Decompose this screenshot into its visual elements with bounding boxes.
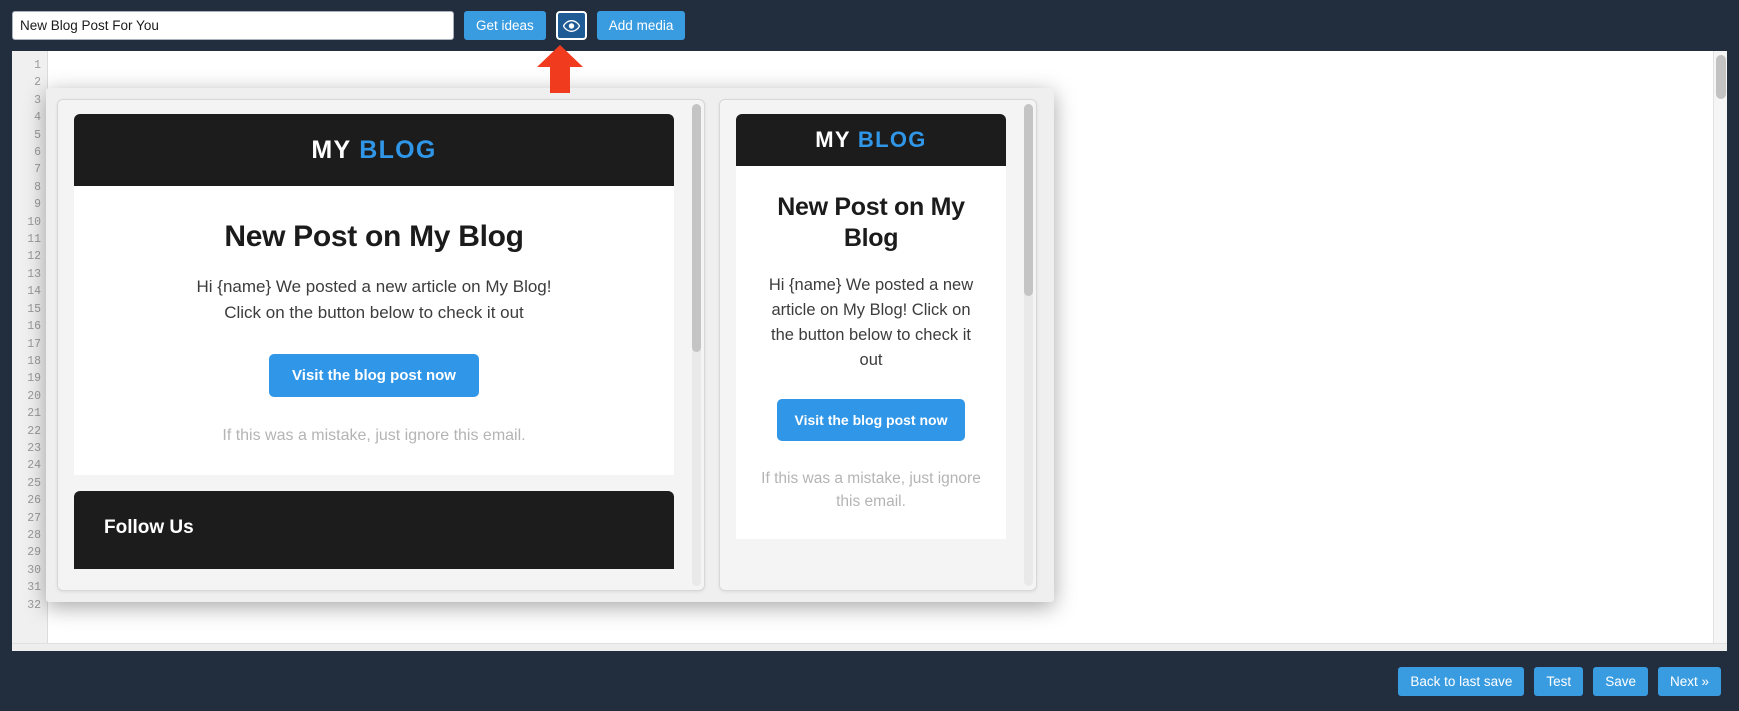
mobile-email-content-card: New Post on My Blog Hi {name} We posted … bbox=[736, 166, 1006, 540]
mobile-preview-scrollbar[interactable] bbox=[1024, 104, 1033, 586]
email-cta-button[interactable]: Visit the blog post now bbox=[269, 353, 479, 397]
desktop-preview-scrollbar[interactable] bbox=[692, 104, 701, 586]
editor-line-numbers: 1 2 3 4 5 6 7 8 9 10 11 12 13 14 15 16 1… bbox=[12, 51, 48, 651]
line-number: 9 bbox=[34, 198, 41, 212]
line-number: 12 bbox=[27, 250, 41, 264]
line-number: 18 bbox=[27, 354, 41, 368]
logo-text-blog: BLOG bbox=[359, 135, 437, 164]
email-content-card: New Post on My Blog Hi {name} We posted … bbox=[74, 186, 674, 475]
desktop-preview-scrollbar-thumb[interactable] bbox=[692, 104, 701, 352]
line-number: 7 bbox=[34, 163, 41, 177]
line-number: 25 bbox=[27, 476, 41, 490]
email-preview-modal: MY BLOG New Post on My Blog Hi {name} We… bbox=[46, 88, 1054, 602]
line-number: 21 bbox=[27, 407, 41, 421]
line-number: 20 bbox=[27, 389, 41, 403]
line-number: 4 bbox=[34, 111, 41, 125]
mobile-logo-text-blog: BLOG bbox=[857, 127, 927, 152]
line-number: 6 bbox=[34, 146, 41, 160]
line-number: 32 bbox=[27, 598, 41, 612]
line-number: 31 bbox=[27, 581, 41, 595]
line-number: 27 bbox=[27, 511, 41, 525]
email-header-bar: MY BLOG bbox=[74, 114, 674, 186]
email-logo: MY BLOG bbox=[311, 136, 436, 165]
test-button[interactable]: Test bbox=[1534, 666, 1584, 696]
line-number: 28 bbox=[27, 528, 41, 542]
mobile-email-heading: New Post on My Blog bbox=[777, 193, 965, 253]
email-heading: New Post on My Blog bbox=[224, 220, 524, 253]
email-paragraph-line-2: Click on the button below to check it ou… bbox=[224, 302, 524, 322]
editor-horizontal-scrollbar[interactable] bbox=[12, 643, 1727, 651]
bottom-action-bar: Back to last save Test Save Next » bbox=[0, 651, 1739, 711]
editor-vertical-scrollbar[interactable] bbox=[1713, 51, 1727, 651]
next-button[interactable]: Next » bbox=[1657, 666, 1721, 696]
desktop-preview-pane: MY BLOG New Post on My Blog Hi {name} We… bbox=[57, 99, 705, 591]
line-number: 16 bbox=[27, 320, 41, 334]
mobile-email-header-bar: MY BLOG bbox=[736, 114, 1006, 166]
line-number: 15 bbox=[27, 302, 41, 316]
mobile-preview-pane: MY BLOG New Post on My Blog Hi {name} We… bbox=[719, 99, 1037, 591]
email-footnote: If this was a mistake, just ignore this … bbox=[222, 426, 526, 444]
mobile-email-body: MY BLOG New Post on My Blog Hi {name} We… bbox=[720, 100, 1022, 590]
get-ideas-button[interactable]: Get ideas bbox=[464, 11, 546, 40]
logo-text-my: MY bbox=[311, 135, 351, 164]
mobile-email-logo: MY BLOG bbox=[815, 127, 926, 153]
email-footer-block: Follow Us bbox=[74, 490, 674, 569]
subject-input[interactable] bbox=[12, 11, 454, 40]
line-number: 22 bbox=[27, 424, 41, 438]
mobile-email-cta-button[interactable]: Visit the blog post now bbox=[776, 398, 966, 441]
mobile-email-paragraph: Hi {name} We posted a new article on My … bbox=[768, 275, 974, 369]
line-number: 13 bbox=[27, 267, 41, 281]
desktop-email-body: MY BLOG New Post on My Blog Hi {name} We… bbox=[58, 100, 690, 590]
save-button[interactable]: Save bbox=[1593, 666, 1648, 696]
line-number: 26 bbox=[27, 494, 41, 508]
email-footer-title: Follow Us bbox=[104, 516, 194, 538]
line-number: 1 bbox=[34, 59, 41, 72]
eye-icon bbox=[562, 19, 580, 32]
line-number: 10 bbox=[27, 215, 41, 229]
editor-scrollbar-thumb[interactable] bbox=[1716, 55, 1726, 99]
line-number: 29 bbox=[27, 546, 41, 560]
line-number: 17 bbox=[27, 337, 41, 351]
email-paragraph-line-1: Hi {name} We posted a new article on My … bbox=[196, 277, 552, 296]
line-number: 11 bbox=[27, 233, 41, 247]
line-number: 8 bbox=[34, 180, 41, 194]
add-media-button[interactable]: Add media bbox=[596, 11, 686, 40]
line-number: 23 bbox=[27, 441, 41, 455]
line-number: 30 bbox=[27, 563, 41, 577]
line-number: 24 bbox=[27, 459, 41, 473]
line-number: 19 bbox=[27, 372, 41, 386]
mobile-preview-scrollbar-thumb[interactable] bbox=[1024, 104, 1033, 296]
line-number: 5 bbox=[34, 128, 41, 142]
line-number: 3 bbox=[34, 93, 41, 107]
line-number: 2 bbox=[34, 76, 41, 90]
mobile-logo-text-my: MY bbox=[815, 127, 851, 152]
mobile-email-footnote: If this was a mistake, just ignore this … bbox=[761, 469, 981, 511]
top-toolbar: Get ideas Add media bbox=[0, 0, 1739, 51]
app-root: Get ideas Add media 1 2 3 4 5 6 7 8 9 10… bbox=[0, 0, 1739, 711]
back-to-last-save-button[interactable]: Back to last save bbox=[1398, 666, 1525, 696]
line-number: 14 bbox=[27, 285, 41, 299]
preview-toggle-button[interactable] bbox=[555, 11, 587, 40]
